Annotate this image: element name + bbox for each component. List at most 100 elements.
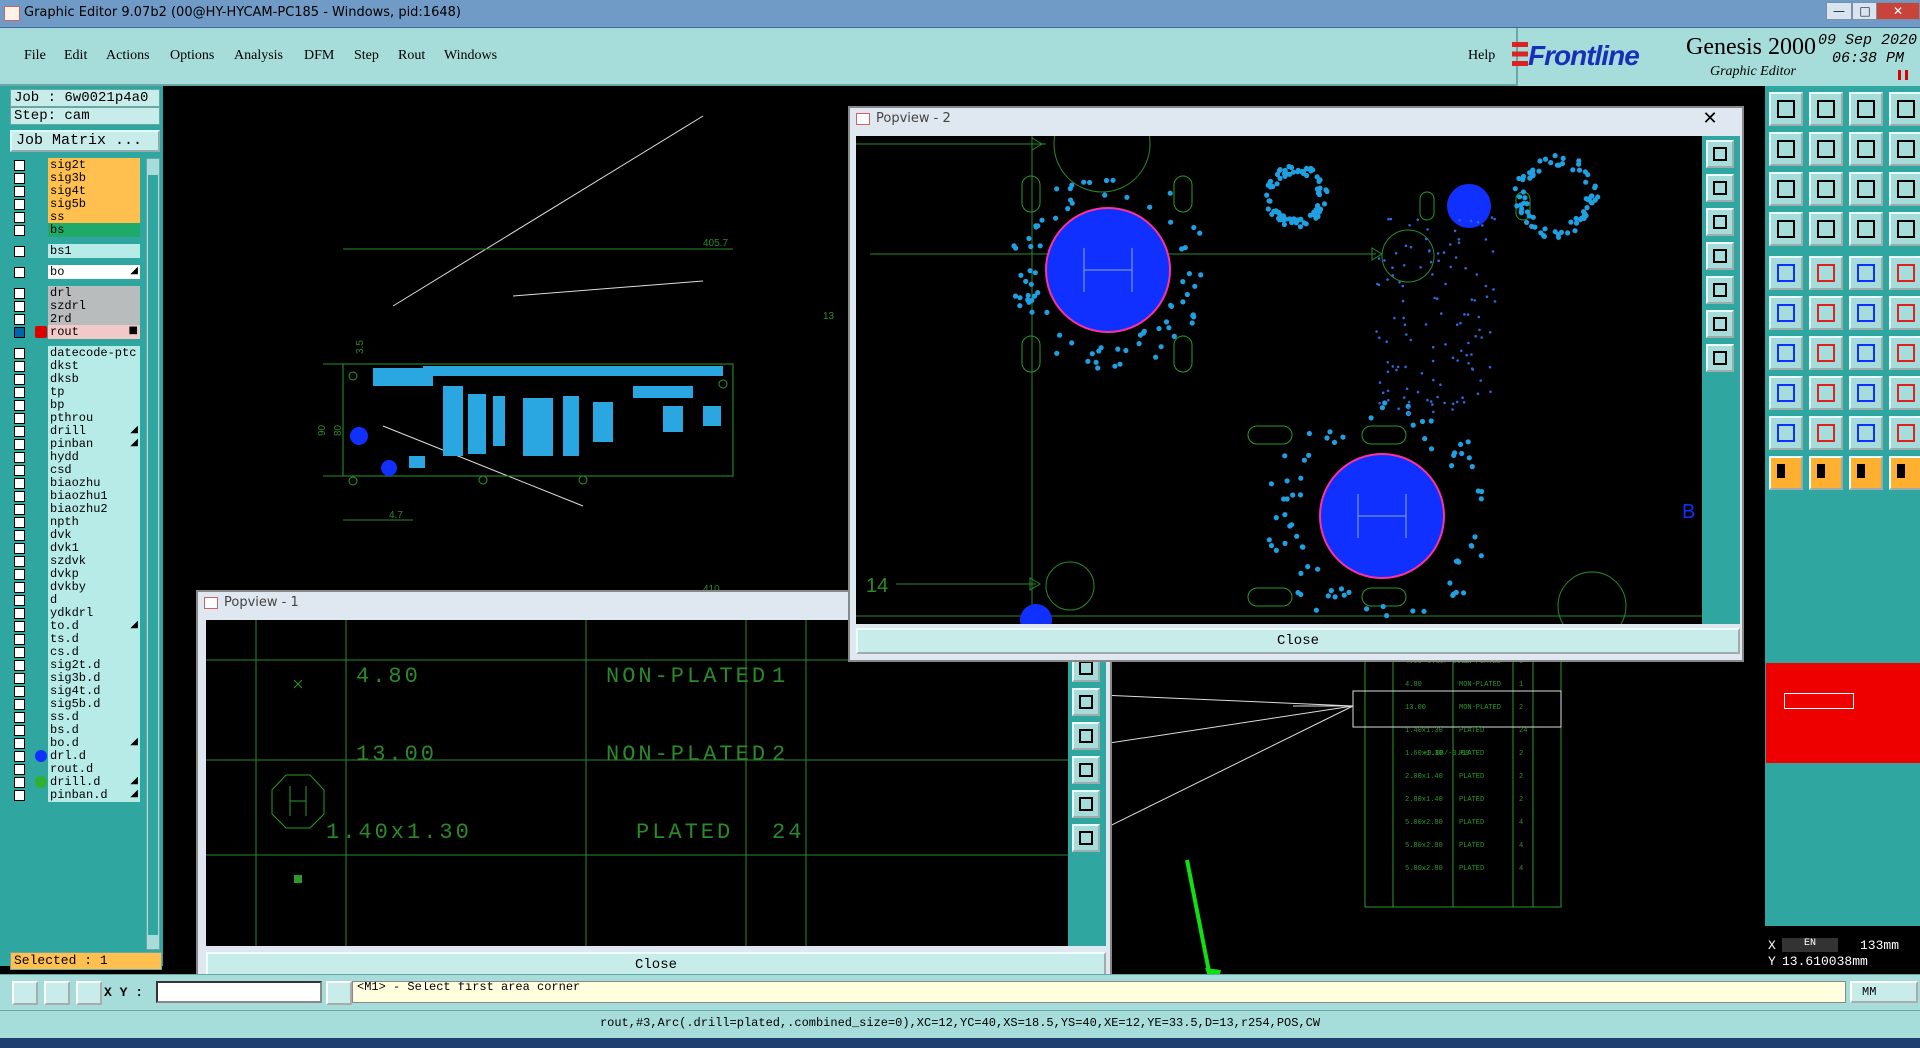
layer-name[interactable]: sig4t.d <box>48 684 140 698</box>
tool-button-6[interactable] <box>1809 132 1843 166</box>
layer-row-to-d[interactable]: to.d ◢ <box>10 619 146 633</box>
layer-name[interactable]: pthrou <box>48 411 140 425</box>
tool-button-32[interactable] <box>1889 376 1920 410</box>
layer-row-tp[interactable]: tp <box>10 385 146 399</box>
menu-rout[interactable]: Rout <box>398 48 425 64</box>
layer-name[interactable]: biaozhu <box>48 476 140 490</box>
layer-name[interactable]: drill.d <box>48 775 140 789</box>
menu-file[interactable]: File <box>24 48 46 64</box>
layer-row-drill-d[interactable]: drill.d ◢ <box>10 775 146 789</box>
menu-help[interactable]: Help <box>1468 48 1495 64</box>
layer-checkbox[interactable] <box>14 413 25 424</box>
measure-icon[interactable] <box>44 981 70 1005</box>
menu-windows[interactable]: Windows <box>444 48 497 64</box>
layer-row-sig4t-d[interactable]: sig4t.d <box>10 684 146 698</box>
layer-checkbox[interactable] <box>14 387 25 398</box>
layer-checkbox[interactable] <box>14 199 25 210</box>
layer-checkbox[interactable] <box>14 686 25 697</box>
layer-name[interactable]: ss.d <box>48 710 140 724</box>
layer-row-dkst[interactable]: dkst <box>10 359 146 373</box>
layer-checkbox[interactable] <box>14 660 25 671</box>
layer-name[interactable]: dvk <box>48 528 140 542</box>
select-mode-icon[interactable] <box>12 981 38 1005</box>
layer-row-dvkby[interactable]: dvkby <box>10 580 146 594</box>
layer-name[interactable]: hydd <box>48 450 140 464</box>
layer-checkbox[interactable] <box>14 439 25 450</box>
pv2-tool-7[interactable] <box>1706 344 1734 372</box>
layer-checkbox[interactable] <box>14 160 25 171</box>
layer-row-dvk1[interactable]: dvk1 <box>10 541 146 555</box>
layer-row-sig2t-d[interactable]: sig2t.d <box>10 658 146 672</box>
layer-row-bp[interactable]: bp <box>10 398 146 412</box>
tool-button-28[interactable] <box>1889 336 1920 370</box>
layer-checkbox[interactable] <box>14 465 25 476</box>
tool-button-30[interactable] <box>1809 376 1843 410</box>
layer-checkbox[interactable] <box>14 725 25 736</box>
layer-checkbox[interactable] <box>14 764 25 775</box>
layer-name[interactable]: 2rd <box>48 312 140 326</box>
layer-name[interactable]: bo <box>48 265 140 279</box>
layer-checkbox[interactable] <box>14 225 25 236</box>
layer-name[interactable]: szdvk <box>48 554 140 568</box>
layer-checkbox[interactable] <box>14 314 25 325</box>
tool-button-1[interactable] <box>1769 92 1803 126</box>
layer-row-hydd[interactable]: hydd <box>10 450 146 464</box>
layer-row-sig5b[interactable]: sig5b <box>10 197 146 211</box>
layer-name[interactable]: rout.d <box>48 762 140 776</box>
layer-checkbox[interactable] <box>14 569 25 580</box>
layer-checkbox[interactable] <box>14 491 25 502</box>
pv1-tool-4[interactable] <box>1072 756 1100 784</box>
layer-checkbox[interactable] <box>14 751 25 762</box>
pv1-tool-2[interactable] <box>1072 688 1100 716</box>
layer-checkbox[interactable] <box>14 543 25 554</box>
tool-button-36[interactable] <box>1889 416 1920 450</box>
grid-icon[interactable] <box>76 981 102 1005</box>
pv2-tool-1[interactable] <box>1706 140 1734 168</box>
layer-checkbox[interactable] <box>14 517 25 528</box>
layer-row-d[interactable]: d <box>10 593 146 607</box>
close-window-button[interactable]: ✕ <box>1876 2 1920 20</box>
menu-dfm[interactable]: DFM <box>304 48 334 64</box>
layer-name[interactable]: pinban.d <box>48 788 140 802</box>
tool-button-40[interactable] <box>1889 456 1920 490</box>
layer-name[interactable]: sig2t <box>48 158 140 172</box>
layer-name[interactable]: sig2t.d <box>48 658 140 672</box>
popview-2-close-button[interactable]: Close <box>856 628 1740 654</box>
layer-name[interactable]: dvkp <box>48 567 140 581</box>
pv2-tool-4[interactable] <box>1706 242 1734 270</box>
layer-row-dvkp[interactable]: dvkp <box>10 567 146 581</box>
layer-checkbox[interactable] <box>14 738 25 749</box>
layer-row-datecode-ptc[interactable]: datecode-ptc <box>10 346 146 360</box>
tool-button-26[interactable] <box>1809 336 1843 370</box>
popview-2-canvas[interactable]: 14 B <box>856 95 1702 641</box>
pv2-tool-2[interactable] <box>1706 174 1734 202</box>
menu-actions[interactable]: Actions <box>106 48 150 64</box>
units-toggle[interactable]: MM <box>1850 981 1918 1003</box>
tool-button-4[interactable] <box>1889 92 1920 126</box>
layer-row-szdrl[interactable]: szdrl <box>10 299 146 313</box>
layer-name[interactable]: bp <box>48 398 140 412</box>
tool-button-25[interactable] <box>1769 336 1803 370</box>
tool-button-29[interactable] <box>1769 376 1803 410</box>
pv1-tool-5[interactable] <box>1072 790 1100 818</box>
layer-name[interactable]: bs1 <box>48 244 140 258</box>
pv2-tool-5[interactable] <box>1706 276 1734 304</box>
tool-button-13[interactable] <box>1769 212 1803 246</box>
layer-row-pthrou[interactable]: pthrou <box>10 411 146 425</box>
tool-button-23[interactable] <box>1849 296 1883 330</box>
layer-checkbox[interactable] <box>14 173 25 184</box>
ime-indicator[interactable]: EN <box>1782 938 1838 952</box>
layer-row-drl[interactable]: drl <box>10 286 146 300</box>
layer-checkbox[interactable] <box>14 426 25 437</box>
tool-button-8[interactable] <box>1889 132 1920 166</box>
tool-button-11[interactable] <box>1849 172 1883 206</box>
job-matrix-button[interactable]: Job Matrix ... <box>10 130 160 152</box>
layer-row-bs[interactable]: bs <box>10 223 146 237</box>
tool-button-12[interactable] <box>1889 172 1920 206</box>
layer-checkbox[interactable] <box>14 556 25 567</box>
layer-row-szdvk[interactable]: szdvk <box>10 554 146 568</box>
layer-row-sig4t[interactable]: sig4t <box>10 184 146 198</box>
pv2-tool-6[interactable] <box>1706 310 1734 338</box>
layer-row-cs-d[interactable]: cs.d <box>10 645 146 659</box>
tool-button-2[interactable] <box>1809 92 1843 126</box>
